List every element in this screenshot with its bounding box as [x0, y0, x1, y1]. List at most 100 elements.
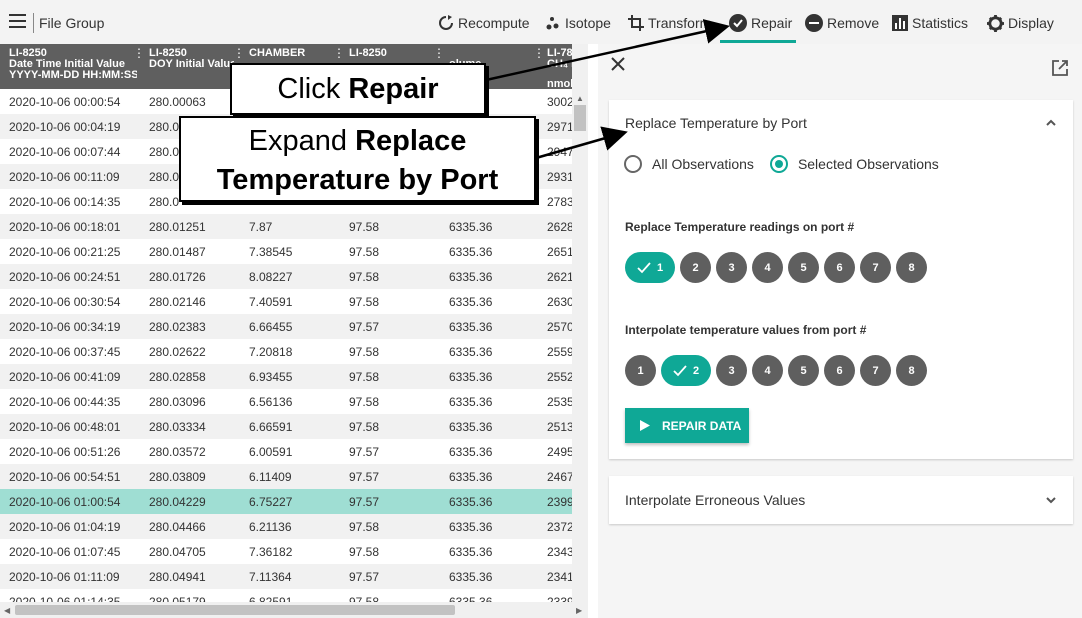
chevron-up-icon[interactable]	[1045, 117, 1057, 129]
column-header-doy[interactable]: LI-8250 DOY Initial Value	[149, 48, 234, 70]
replace-ports-label: Replace Temperature readings on port #	[625, 220, 855, 234]
table-cell: 2020-10-06 00:18:01	[9, 220, 121, 234]
hamburger-menu-icon[interactable]	[9, 14, 26, 28]
column-header-li8250[interactable]: LI-8250	[349, 48, 434, 59]
table-cell: 6335.36	[449, 370, 493, 384]
replace-port-3[interactable]: 3	[716, 252, 747, 283]
open-in-new-icon[interactable]	[1050, 58, 1070, 78]
table-row[interactable]: 2020-10-06 00:48:01 280.03334 6.66591 97.58…	[0, 414, 574, 439]
column-menu-icon[interactable]: ⋮	[433, 46, 445, 60]
table-cell: 6335.36	[449, 245, 493, 259]
table-cell: 6335.36	[449, 220, 493, 234]
table-cell: 97.58	[349, 345, 380, 359]
replace-port-6[interactable]: 6	[824, 252, 855, 283]
radio-selected-observations[interactable]	[769, 155, 788, 173]
table-cell: 280.01487	[149, 245, 206, 259]
column-menu-icon[interactable]: ⋮	[233, 46, 245, 60]
table-row[interactable]: 2020-10-06 01:07:45 280.04705 7.36182 97.58…	[0, 539, 574, 564]
interp-port-4[interactable]: 4	[752, 355, 783, 386]
table-row[interactable]: 2020-10-06 00:18:01 280.01251 7.87 97.58 633…	[0, 214, 574, 239]
table-cell: 2020-10-06 00:14:35	[9, 195, 121, 209]
table-cell: 280.03572	[149, 445, 206, 459]
table-row[interactable]: 2020-10-06 00:30:54 280.02146 7.40591 97.58…	[0, 289, 574, 314]
table-cell: 6.66591	[249, 420, 293, 434]
table-cell: 2467	[547, 470, 574, 484]
repair-button[interactable]: Repair	[729, 12, 792, 34]
table-cell: 2513	[547, 420, 574, 434]
interp-port-1[interactable]: 1	[625, 355, 656, 386]
table-row[interactable]: 2020-10-06 01:04:19 280.04466 6.21136 97.58…	[0, 514, 574, 539]
table-cell: 2971	[547, 120, 574, 134]
table-cell: 6.66455	[249, 320, 293, 334]
scroll-up-arrow-icon[interactable]: ▲	[576, 94, 584, 103]
table-row[interactable]: 2020-10-06 01:11:09 280.04941 7.11364 97.57…	[0, 564, 574, 589]
repair-data-button[interactable]: REPAIR DATA	[625, 408, 749, 443]
isotope-button[interactable]: Isotope	[545, 12, 611, 34]
replace-port-4[interactable]: 4	[752, 252, 783, 283]
table-row[interactable]: 2020-10-06 00:41:09 280.02858 6.93455 97.58…	[0, 364, 574, 389]
table-cell: 2020-10-06 00:37:45	[9, 345, 121, 359]
column-menu-icon[interactable]: ⋮	[533, 46, 545, 60]
interpolate-erroneous-title[interactable]: Interpolate Erroneous Values	[625, 492, 805, 508]
table-row[interactable]: 2020-10-06 00:21:25 280.01487 7.38545 97.58…	[0, 239, 574, 264]
replace-port-8[interactable]: 8	[896, 252, 927, 283]
column-header-datetime[interactable]: LI-8250 Date Time Initial Value YYYY-MM-DD…	[9, 48, 137, 81]
table-cell: 6335.36	[449, 320, 493, 334]
table-cell: 97.58	[349, 370, 380, 384]
table-row[interactable]: 2020-10-06 00:54:51 280.03809 6.11409 97.57…	[0, 464, 574, 489]
table-cell: 97.58	[349, 395, 380, 409]
replace-port-5[interactable]: 5	[788, 252, 819, 283]
replace-temperature-title[interactable]: Replace Temperature by Port	[625, 115, 807, 131]
minus-circle-icon	[805, 14, 823, 32]
scroll-right-arrow-icon[interactable]: ▶	[576, 606, 582, 615]
table-row[interactable]: 2020-10-06 00:51:26 280.03572 6.00591 97.57…	[0, 439, 574, 464]
close-icon[interactable]	[608, 54, 628, 74]
replace-port-7[interactable]: 7	[860, 252, 891, 283]
check-circle-icon	[729, 14, 747, 32]
replace-port-2[interactable]: 2	[680, 252, 711, 283]
check-icon	[637, 261, 651, 273]
chevron-down-icon[interactable]	[1045, 494, 1057, 506]
table-cell: 2372	[547, 520, 574, 534]
table-row[interactable]: 2020-10-06 01:00:54 280.04229 6.75227 97.57…	[0, 489, 574, 514]
table-cell: 6.11409	[249, 470, 292, 484]
file-group-label[interactable]: File Group	[39, 15, 104, 31]
table-cell: 280.03334	[149, 420, 206, 434]
interp-port-7[interactable]: 7	[860, 355, 891, 386]
interp-port-3[interactable]: 3	[716, 355, 747, 386]
table-cell: 7.20818	[249, 345, 293, 359]
refresh-icon	[439, 15, 453, 30]
interp-port-8[interactable]: 8	[896, 355, 927, 386]
interpolate-erroneous-card[interactable]: Interpolate Erroneous Values	[609, 476, 1073, 524]
statistics-button[interactable]: Statistics	[892, 12, 968, 34]
table-row[interactable]: 2020-10-06 00:37:45 280.02622 7.20818 97.58…	[0, 339, 574, 364]
table-cell: 2020-10-06 00:04:19	[9, 120, 121, 134]
repair-label: Repair	[751, 15, 793, 31]
column-menu-icon[interactable]: ⋮	[333, 46, 345, 60]
scroll-left-arrow-icon[interactable]: ◀	[4, 606, 10, 615]
radio-all-observations[interactable]	[624, 155, 642, 173]
table-cell: 2020-10-06 00:00:54	[9, 95, 121, 109]
column-menu-icon[interactable]: ⋮	[133, 46, 145, 60]
table-cell: 2020-10-06 01:11:09	[9, 570, 120, 584]
table-cell: 2628	[547, 220, 574, 234]
remove-button[interactable]: Remove	[805, 12, 879, 34]
vertical-scrollbar-thumb[interactable]	[574, 105, 586, 131]
table-row[interactable]: 2020-10-06 00:44:35 280.03096 6.56136 97.58…	[0, 389, 574, 414]
column-header-chamber[interactable]: CHAMBER	[249, 48, 334, 59]
display-button[interactable]: Display	[987, 12, 1054, 34]
interp-port-5[interactable]: 5	[788, 355, 819, 386]
table-row[interactable]: 2020-10-06 00:34:19 280.02383 6.66455 97.57…	[0, 314, 574, 339]
isotope-label: Isotope	[565, 15, 611, 31]
table-cell: 6335.36	[449, 420, 493, 434]
interp-port-2[interactable]: 2	[661, 355, 711, 386]
transform-button[interactable]: Transform	[628, 12, 711, 34]
table-cell: 2559	[547, 345, 574, 359]
radio-selected-observations-label: Selected Observations	[797, 156, 939, 172]
interp-port-6[interactable]: 6	[824, 355, 855, 386]
play-icon	[640, 420, 650, 431]
horizontal-scrollbar-thumb[interactable]	[15, 605, 455, 615]
recompute-button[interactable]: Recompute	[438, 12, 530, 34]
replace-port-1[interactable]: 1	[625, 252, 675, 283]
table-row[interactable]: 2020-10-06 00:24:51 280.01726 8.08227 97.58…	[0, 264, 574, 289]
